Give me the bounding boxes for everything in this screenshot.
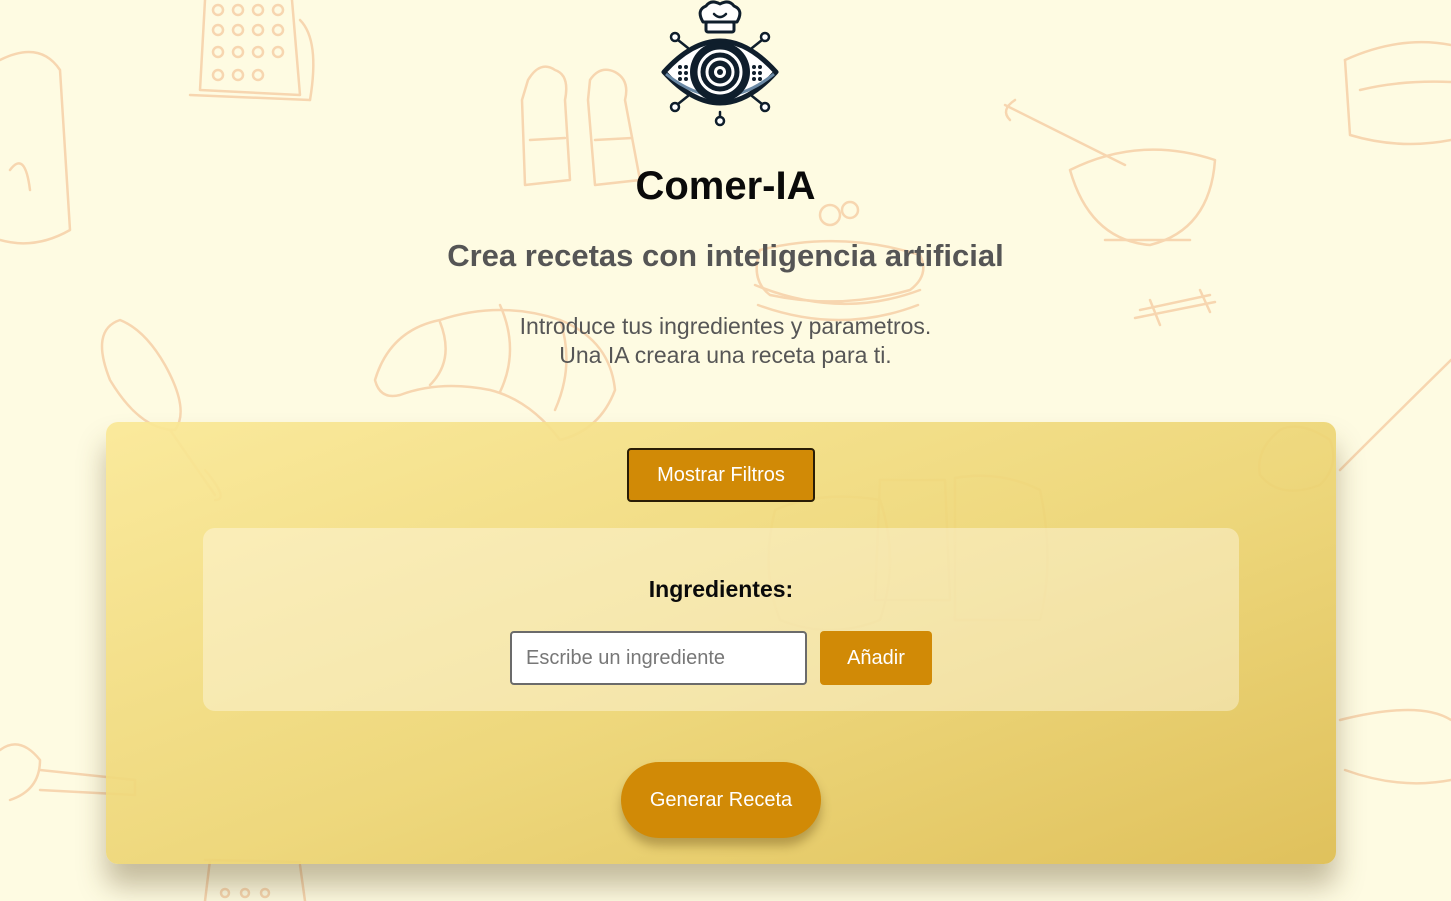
ingredients-label: Ingredientes: <box>648 576 794 602</box>
chef-eye-logo-icon <box>661 0 779 127</box>
page: Comer-IA Crea recetas con inteligencia a… <box>0 0 1451 901</box>
intro-line-1: Introduce tus ingredientes y parametros. <box>519 313 932 339</box>
intro-text: Introduce tus ingredientes y parametros.… <box>0 312 1451 370</box>
app-subtitle: Crea recetas con inteligencia artificial <box>447 238 1004 273</box>
app-title: Comer-IA <box>635 164 816 208</box>
show-filters-button[interactable]: Mostrar Filtros <box>627 448 815 502</box>
add-ingredient-button[interactable]: Añadir <box>820 631 932 685</box>
intro-line-2: Una IA creara una receta para ti. <box>559 342 892 368</box>
recipe-form-card: Mostrar Filtros Ingredientes: Añadir Gen… <box>106 422 1336 864</box>
generate-recipe-button[interactable]: Generar Receta <box>621 762 821 838</box>
ingredients-panel: Ingredientes: Añadir <box>203 528 1239 711</box>
ingredient-input[interactable] <box>510 631 807 685</box>
